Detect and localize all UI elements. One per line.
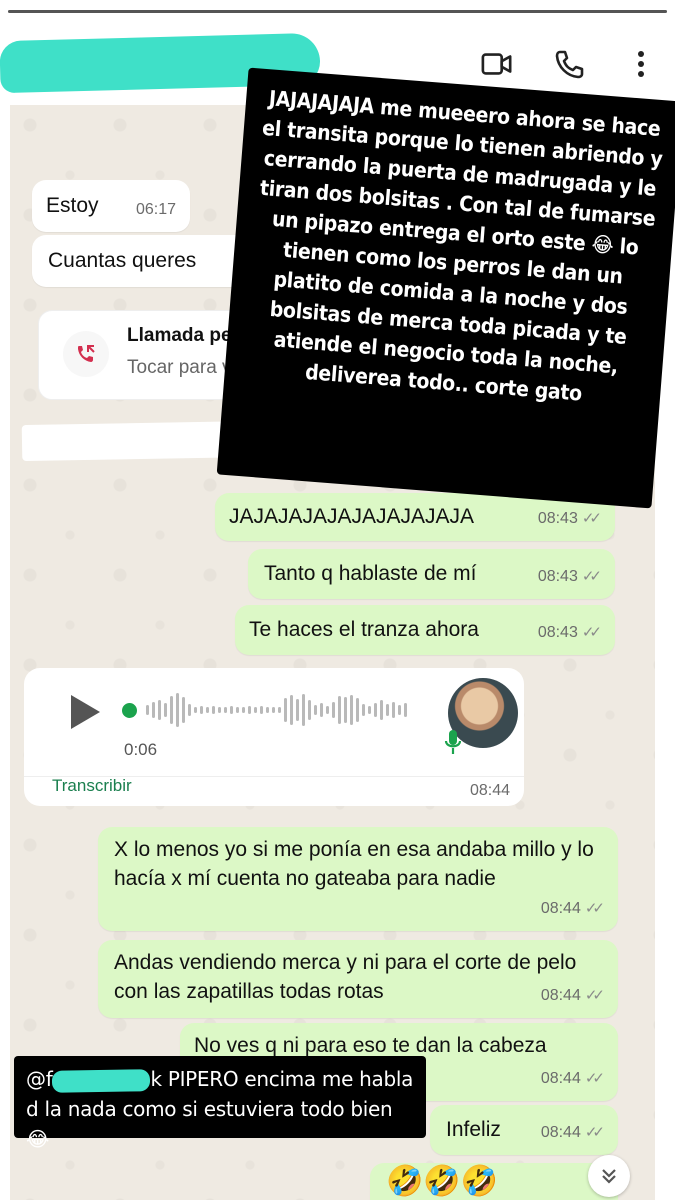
voice-message[interactable]: 0:06 Transcribir 08:44 [24, 668, 524, 806]
double-chevron-down-icon [602, 1169, 616, 1184]
voice-duration: 0:06 [124, 740, 158, 759]
emoji-message: 🤣🤣🤣 [386, 1165, 499, 1198]
playhead-dot[interactable] [122, 702, 137, 718]
scroll-to-bottom-button[interactable] [588, 1155, 630, 1197]
outgoing-message[interactable]: Te haces el tranza ahora 08:43 ✓✓ [235, 605, 615, 655]
message-text: Te haces el tranza ahora [249, 618, 479, 641]
read-ticks-icon: ✓✓ [581, 624, 602, 641]
message-text: Infeliz [446, 1118, 501, 1141]
message-text: JAJAJAJAJAJAJAJAJAJA [229, 505, 475, 528]
phone-call-icon[interactable] [553, 48, 585, 80]
message-time: 06:17 [135, 201, 176, 218]
message-meta: 08:43 ✓✓ [538, 618, 602, 647]
outgoing-message[interactable]: 🤣🤣🤣 [370, 1163, 618, 1200]
mention-prefix: @f [26, 1067, 53, 1091]
message-meta: 08:44 ✓✓ [541, 894, 605, 923]
message-meta: 08:44 ✓✓ [541, 1118, 605, 1147]
story-mention-overlay: @f k PIPERO encima me habla d la nada com… [14, 1056, 426, 1151]
mention-redaction [52, 1068, 151, 1093]
outgoing-message[interactable]: Tanto q hablaste de mí 08:43 ✓✓ [248, 549, 615, 599]
mention-suffix: k [150, 1067, 162, 1091]
read-ticks-icon: ✓✓ [581, 568, 602, 585]
outgoing-message[interactable]: Infeliz 08:44 ✓✓ [430, 1105, 618, 1155]
message-meta: 08:43 ✓✓ [538, 504, 602, 533]
incoming-message[interactable]: Estoy 06:17 [32, 180, 190, 232]
message-text: Andas vendiendo merca y ni para el corte… [114, 951, 577, 1003]
message-text: Estoy [46, 194, 99, 217]
read-ticks-icon: ✓✓ [584, 900, 605, 917]
story-progress-bar [8, 10, 667, 13]
message-meta: 08:44 ✓✓ [541, 981, 605, 1010]
video-call-icon[interactable] [481, 48, 513, 80]
message-text: Tanto q hablaste de mí [264, 562, 477, 585]
outgoing-message[interactable]: Andas vendiendo merca y ni para el corte… [98, 940, 618, 1018]
outgoing-message[interactable]: X lo menos yo si me ponía en esa andaba … [98, 827, 618, 931]
missed-call-icon [63, 331, 109, 377]
message-text: X lo menos yo si me ponía en esa andaba … [114, 838, 594, 890]
play-icon[interactable] [68, 693, 102, 736]
call-subtitle: Tocar para v [127, 357, 232, 378]
message-text: Cuantas queres [48, 249, 197, 272]
message-meta: 08:43 ✓✓ [538, 562, 602, 591]
read-ticks-icon: ✓✓ [581, 510, 602, 527]
transcribe-button[interactable]: Transcribir [52, 776, 132, 796]
message-time: 08:44 [469, 782, 510, 799]
message-text: No ves q ni para eso te dan la cabeza [194, 1034, 547, 1057]
microphone-icon [444, 728, 462, 761]
read-ticks-icon: ✓✓ [584, 987, 605, 1004]
overlay-text: JAJAJAJAJA me mueeero ahora se hace el t… [259, 86, 664, 406]
message-meta: 08:44 ✓✓ [541, 1064, 605, 1093]
header-actions [481, 48, 657, 80]
read-ticks-icon: ✓✓ [584, 1124, 605, 1141]
overlay-mention-text: @f k PIPERO encima me habla d la nada com… [26, 1064, 414, 1154]
more-options-icon[interactable] [625, 48, 657, 80]
call-title: Llamada per [127, 325, 239, 346]
story-progress-fill [8, 10, 667, 13]
audio-waveform[interactable] [122, 692, 407, 728]
read-ticks-icon: ✓✓ [584, 1070, 605, 1087]
story-text-overlay: JAJAJAJAJA me mueeero ahora se hace el t… [216, 67, 675, 509]
